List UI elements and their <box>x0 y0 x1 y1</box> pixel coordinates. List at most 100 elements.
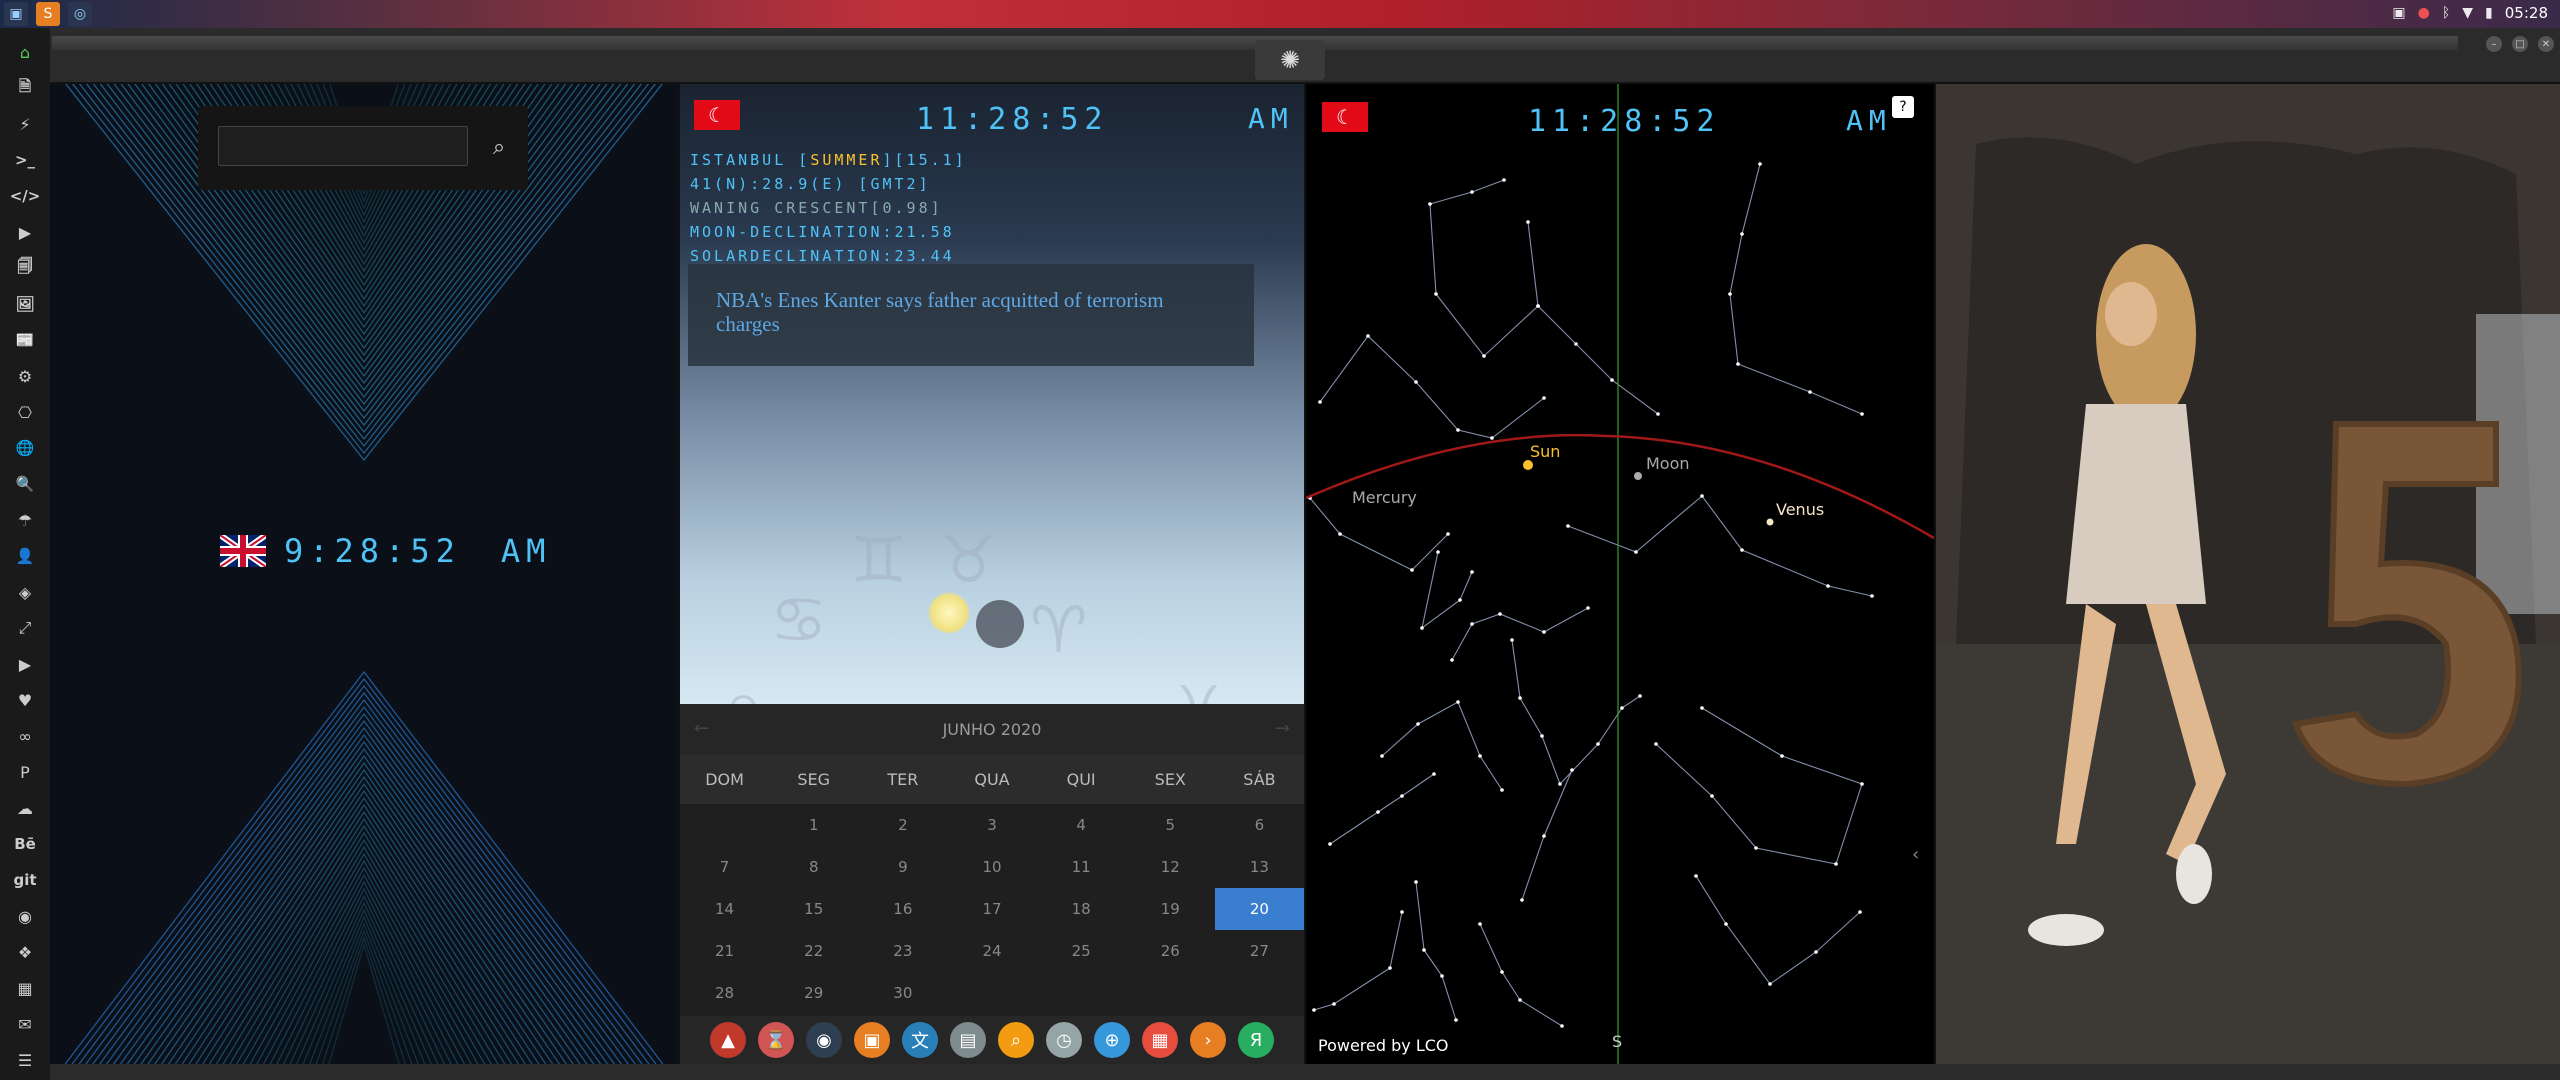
prev-month-icon[interactable]: ← <box>694 718 709 739</box>
wifi-icon[interactable]: ▼ <box>2462 5 2473 21</box>
bluetooth-icon[interactable]: ᛒ <box>2442 5 2450 21</box>
help-button[interactable]: ? <box>1892 96 1914 118</box>
pinterest-icon[interactable]: P <box>10 756 40 788</box>
calendar-day[interactable]: 11 <box>1037 846 1126 888</box>
terminal-icon[interactable]: >_ <box>10 144 40 176</box>
calendar-day[interactable]: 10 <box>947 846 1036 888</box>
bolt-icon[interactable]: ⚡ <box>10 108 40 140</box>
calendar-day[interactable]: 17 <box>947 888 1036 930</box>
behance-icon[interactable]: Bē <box>10 828 40 860</box>
weekday-label: SEG <box>797 769 831 789</box>
cloud-icon[interactable]: ☁ <box>10 792 40 824</box>
calendar-day[interactable]: 25 <box>1037 930 1126 972</box>
photos-icon[interactable]: ▣ <box>854 1022 890 1058</box>
calendar-day[interactable]: 8 <box>769 846 858 888</box>
translate-icon[interactable]: 文 <box>902 1022 938 1058</box>
calendar-day[interactable]: 28 <box>680 972 769 1014</box>
yandex-icon[interactable]: Я <box>1238 1022 1274 1058</box>
calendar-day[interactable]: 14 <box>680 888 769 930</box>
calendar-day[interactable]: 16 <box>858 888 947 930</box>
code-icon[interactable]: </> <box>10 180 41 212</box>
calendar-day[interactable]: 24 <box>947 930 1036 972</box>
chevron-left-icon[interactable]: ‹ <box>1912 844 1919 865</box>
github-icon[interactable]: ◉ <box>10 900 40 932</box>
map-icon[interactable]: ▦ <box>10 972 40 1004</box>
pdf-icon[interactable]: 🗐 <box>10 252 40 284</box>
app-red-icon[interactable]: ▲ <box>710 1022 746 1058</box>
calendar-day[interactable]: 9 <box>858 846 947 888</box>
record-icon[interactable]: ● <box>2418 5 2430 21</box>
hourglass-icon[interactable]: ⌛ <box>758 1022 794 1058</box>
system-clock[interactable]: 05:28 <box>2505 4 2548 22</box>
calendar-day[interactable]: 18 <box>1037 888 1126 930</box>
minimize-button[interactable]: – <box>2486 36 2502 52</box>
calendar-day[interactable]: 13 <box>1215 846 1304 888</box>
server-icon[interactable]: ☰ <box>10 1044 40 1076</box>
calendar-day[interactable]: 26 <box>1126 930 1215 972</box>
contacts-icon[interactable]: 👤 <box>10 540 40 572</box>
browser-icon[interactable]: ▤ <box>950 1022 986 1058</box>
calendar-day[interactable]: 2 <box>858 804 947 846</box>
calendar-day[interactable]: 29 <box>769 972 858 1014</box>
calendar-day[interactable]: 21 <box>680 930 769 972</box>
calendar-day[interactable]: 27 <box>1215 930 1304 972</box>
calendar-day[interactable]: 15 <box>769 888 858 930</box>
tag-icon[interactable]: ◈ <box>10 576 40 608</box>
clock-icon[interactable]: ◷ <box>1046 1022 1082 1058</box>
app-icon[interactable]: ◎ <box>68 2 92 26</box>
calendar-app-icon[interactable]: ▦ <box>1142 1022 1178 1058</box>
calendar-header: ← JUNHO 2020 → <box>680 704 1304 754</box>
calendar-day[interactable]: 5 <box>1126 804 1215 846</box>
search-icon[interactable]: 🔍 <box>10 468 40 500</box>
calendar-day[interactable]: 6 <box>1215 804 1304 846</box>
globe-icon[interactable]: 🌐 <box>10 432 40 464</box>
globe-dark-icon[interactable]: ◉ <box>806 1022 842 1058</box>
powered-by[interactable]: Powered by LCO <box>1318 1036 1449 1055</box>
days-grid: 1 2 3 4 5 6 7 8 9 10 11 12 13 14 15 16 17 18 19 20 21 22 23 24 2… <box>680 804 1304 1014</box>
expand-icon[interactable]: ⤢ <box>10 612 40 644</box>
sun-label: Sun <box>1530 442 1561 461</box>
arrow-app-icon[interactable]: › <box>1190 1022 1226 1058</box>
settings-icon[interactable]: ⚙ <box>10 360 40 392</box>
git-icon[interactable]: git <box>10 864 40 896</box>
play-icon[interactable]: ▶ <box>10 216 40 248</box>
news-headline[interactable]: NBA's Enes Kanter says father acquitted … <box>688 264 1254 366</box>
newspaper-icon[interactable]: 📰 <box>10 324 40 356</box>
calendar-day[interactable]: 12 <box>1126 846 1215 888</box>
puzzle-icon[interactable]: ❖ <box>10 936 40 968</box>
calendar-day[interactable]: 7 <box>680 846 769 888</box>
network-icon[interactable]: ⎔ <box>10 396 40 428</box>
calendar-day[interactable]: 1 <box>769 804 858 846</box>
south-marker: S <box>1612 1032 1623 1051</box>
document-icon[interactable]: 🗎 <box>10 72 40 104</box>
image-icon[interactable]: ▣ <box>2392 5 2405 21</box>
wallpaper-photo <box>1936 84 2560 1064</box>
sublime-icon[interactable]: S <box>36 2 60 26</box>
home-icon[interactable]: ⌂ <box>10 36 40 68</box>
mail-icon[interactable]: ✉ <box>10 1008 40 1040</box>
calendar-day[interactable]: 23 <box>858 930 947 972</box>
image-icon[interactable]: 🖼 <box>10 288 40 320</box>
calendar-day[interactable]: 4 <box>1037 804 1126 846</box>
umbrella-icon[interactable]: ☂ <box>10 504 40 536</box>
calendar-day[interactable]: 3 <box>947 804 1036 846</box>
heart-icon[interactable]: ♥ <box>10 684 40 716</box>
calendar-day[interactable]: 20 <box>1214 888 1304 930</box>
sidebar: ⌂ 🗎 ⚡ >_ </> ▶ 🗐 🖼 📰 ⚙ ⎔ 🌐 🔍 ☂ 👤 ◈ ⤢ ▶ ♥ ∞ P ☁ Bē git ◉ ❖ ▦ ✉ ☰ <box>0 28 50 1080</box>
files-icon[interactable]: ▣ <box>4 2 28 26</box>
next-month-icon[interactable]: → <box>1275 718 1290 739</box>
youtube-icon[interactable]: ▶ <box>10 648 40 680</box>
web-icon[interactable]: ⊕ <box>1094 1022 1130 1058</box>
info-line-coords: 41(N):28.9(E) [GMT2] <box>690 175 931 193</box>
maximize-button[interactable]: □ <box>2512 36 2528 52</box>
battery-icon[interactable]: ▮ <box>2485 5 2493 21</box>
calendar-day[interactable]: 19 <box>1126 888 1215 930</box>
search-icon[interactable]: ⌕ <box>484 132 514 162</box>
calendar-day[interactable]: 22 <box>769 930 858 972</box>
infinity-icon[interactable]: ∞ <box>10 720 40 752</box>
search-app-icon[interactable]: ⌕ <box>998 1022 1034 1058</box>
rebel-alliance-icon[interactable]: ✺ <box>1255 40 1325 80</box>
close-button[interactable]: ✕ <box>2538 36 2554 52</box>
calendar-day[interactable]: 30 <box>858 972 947 1014</box>
search-input[interactable] <box>218 126 468 166</box>
